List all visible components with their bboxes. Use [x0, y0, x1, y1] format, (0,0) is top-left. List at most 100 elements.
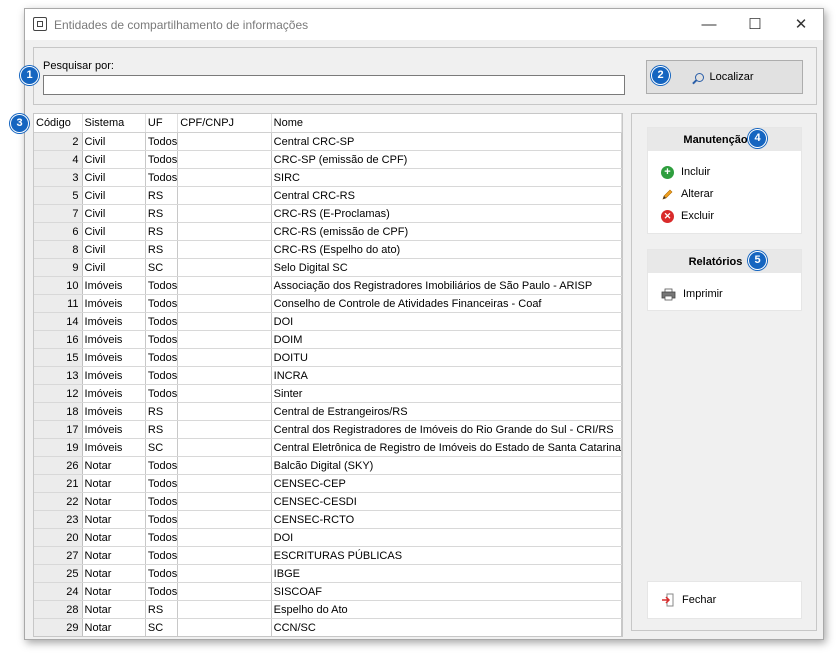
- table-cell: SC: [145, 618, 179, 636]
- table-cell: SIRC: [271, 168, 622, 187]
- maintenance-title: Manutenção: [648, 128, 801, 151]
- exit-door-icon: [661, 593, 675, 607]
- magnifier-icon: [695, 72, 705, 82]
- table-cell: Todos: [145, 276, 179, 295]
- table-row[interactable]: 19 Imóveis SC Central Eletrônica de Registr…: [34, 438, 622, 457]
- table-cell: Imóveis: [82, 312, 146, 331]
- table-row[interactable]: 6 Civil RS CRC-RS (emissão de CPF): [34, 222, 622, 241]
- column-header[interactable]: Código: [34, 114, 83, 133]
- table-row[interactable]: 15 Imóveis Todos DOITU: [34, 348, 622, 367]
- title-bar[interactable]: Entidades de compartilhamento de informa…: [25, 9, 823, 40]
- include-button[interactable]: + Incluir: [648, 161, 801, 183]
- table-row[interactable]: 2 Civil Todos Central CRC-SP: [34, 132, 622, 151]
- app-window: Entidades de compartilhamento de informa…: [24, 8, 824, 640]
- table-row[interactable]: 7 Civil RS CRC-RS (E-Proclamas): [34, 204, 622, 223]
- minimize-button[interactable]: —: [686, 9, 732, 40]
- table-row[interactable]: 18 Imóveis RS Central de Estrangeiros/RS: [34, 402, 622, 421]
- table-row[interactable]: 22 Notar Todos CENSEC-CESDI: [34, 492, 622, 511]
- search-input[interactable]: [43, 75, 625, 95]
- table-cell: RS: [145, 420, 179, 439]
- table-cell: RS: [145, 600, 179, 619]
- table-row[interactable]: 10 Imóveis Todos Associação dos Registrador…: [34, 276, 622, 295]
- maximize-button[interactable]: ☐: [732, 9, 778, 40]
- table-row[interactable]: 17 Imóveis RS Central dos Registradores de …: [34, 420, 622, 439]
- table-cell: [177, 312, 272, 331]
- table-cell: Imóveis: [82, 294, 146, 313]
- table-row[interactable]: 29 Notar SC CCN/SC: [34, 618, 622, 636]
- table-cell: Conselho de Controle de Atividades Finan…: [271, 294, 622, 313]
- table-cell: Notar: [82, 546, 146, 565]
- table-cell: Todos: [145, 528, 179, 547]
- table-cell: RS: [145, 222, 179, 241]
- table-cell: Notar: [82, 510, 146, 529]
- table-row[interactable]: 13 Imóveis Todos INCRA: [34, 366, 622, 385]
- table-cell: Notar: [82, 456, 146, 475]
- table-cell: 21: [34, 474, 83, 493]
- search-panel: Pesquisar por: Localizar: [33, 47, 817, 105]
- table-cell: [177, 564, 272, 583]
- table-row[interactable]: 8 Civil RS CRC-RS (Espelho do ato): [34, 240, 622, 259]
- window-title: Entidades de compartilhamento de informa…: [54, 18, 309, 32]
- table-cell: 15: [34, 348, 83, 367]
- table-cell: Civil: [82, 168, 146, 187]
- table-row[interactable]: 9 Civil SC Selo Digital SC: [34, 258, 622, 277]
- column-header[interactable]: CPF/CNPJ: [177, 114, 272, 133]
- table-cell: Imóveis: [82, 366, 146, 385]
- table-row[interactable]: 23 Notar Todos CENSEC-RCTO: [34, 510, 622, 529]
- entities-table: Código Sistema UF CPF/CNPJ Nome 2 Civil Todos C…: [34, 114, 622, 636]
- table-cell: 14: [34, 312, 83, 331]
- table-row[interactable]: 4 Civil Todos CRC-SP (emissão de CPF): [34, 150, 622, 169]
- table-cell: [177, 510, 272, 529]
- table-cell: 2: [34, 132, 83, 151]
- table-row[interactable]: 16 Imóveis Todos DOIM: [34, 330, 622, 349]
- table-cell: Todos: [145, 564, 179, 583]
- table-cell: RS: [145, 240, 179, 259]
- table-row[interactable]: 20 Notar Todos DOI: [34, 528, 622, 547]
- close-label: Fechar: [682, 594, 717, 606]
- table-cell: 9: [34, 258, 83, 277]
- table-row[interactable]: 14 Imóveis Todos DOI: [34, 312, 622, 331]
- close-button[interactable]: Fechar: [647, 581, 802, 619]
- table-cell: [177, 474, 272, 493]
- table-row[interactable]: 11 Imóveis Todos Conselho de Controle de At…: [34, 294, 622, 313]
- delete-button[interactable]: ✕ Excluir: [648, 205, 801, 227]
- column-header[interactable]: Nome: [271, 114, 622, 133]
- table-cell: Imóveis: [82, 438, 146, 457]
- column-header[interactable]: Sistema: [82, 114, 146, 133]
- table-cell: 5: [34, 186, 83, 205]
- table-row[interactable]: 5 Civil RS Central CRC-RS: [34, 186, 622, 205]
- table-cell: 26: [34, 456, 83, 475]
- edit-button[interactable]: Alterar: [648, 183, 801, 205]
- table-cell: Associação dos Registradores Imobiliário…: [271, 276, 622, 295]
- table-row[interactable]: 27 Notar Todos ESCRITURAS PÚBLICAS: [34, 546, 622, 565]
- table-cell: 7: [34, 204, 83, 223]
- table-cell: Todos: [145, 510, 179, 529]
- table-row[interactable]: 25 Notar Todos IBGE: [34, 564, 622, 583]
- table-cell: [177, 150, 272, 169]
- table-row[interactable]: 26 Notar Todos Balcão Digital (SKY): [34, 456, 622, 475]
- table-row[interactable]: 24 Notar Todos SISCOAF: [34, 582, 622, 601]
- grid-header-row: Código Sistema UF CPF/CNPJ Nome: [34, 114, 622, 133]
- table-cell: 28: [34, 600, 83, 619]
- table-cell: [177, 420, 272, 439]
- callout-1: 1: [20, 66, 39, 85]
- table-cell: Central CRC-SP: [271, 132, 622, 151]
- callout-5: 5: [748, 251, 767, 270]
- table-cell: [177, 240, 272, 259]
- table-cell: Notar: [82, 492, 146, 511]
- table-cell: Todos: [145, 456, 179, 475]
- print-button[interactable]: Imprimir: [648, 283, 801, 305]
- table-row[interactable]: 21 Notar Todos CENSEC-CEP: [34, 474, 622, 493]
- callout-4: 4: [748, 129, 767, 148]
- close-action: Fechar: [648, 581, 716, 619]
- table-cell: 12: [34, 384, 83, 403]
- table-row[interactable]: 28 Notar RS Espelho do Ato: [34, 600, 622, 619]
- table-cell: [177, 528, 272, 547]
- table-cell: Todos: [145, 474, 179, 493]
- table-cell: Todos: [145, 366, 179, 385]
- close-window-button[interactable]: ✕: [778, 9, 824, 40]
- column-header[interactable]: UF: [145, 114, 179, 133]
- table-row[interactable]: 12 Imóveis Todos Sinter: [34, 384, 622, 403]
- table-row[interactable]: 3 Civil Todos SIRC: [34, 168, 622, 187]
- entities-grid[interactable]: Código Sistema UF CPF/CNPJ Nome 2 Civil Todos C…: [33, 113, 623, 637]
